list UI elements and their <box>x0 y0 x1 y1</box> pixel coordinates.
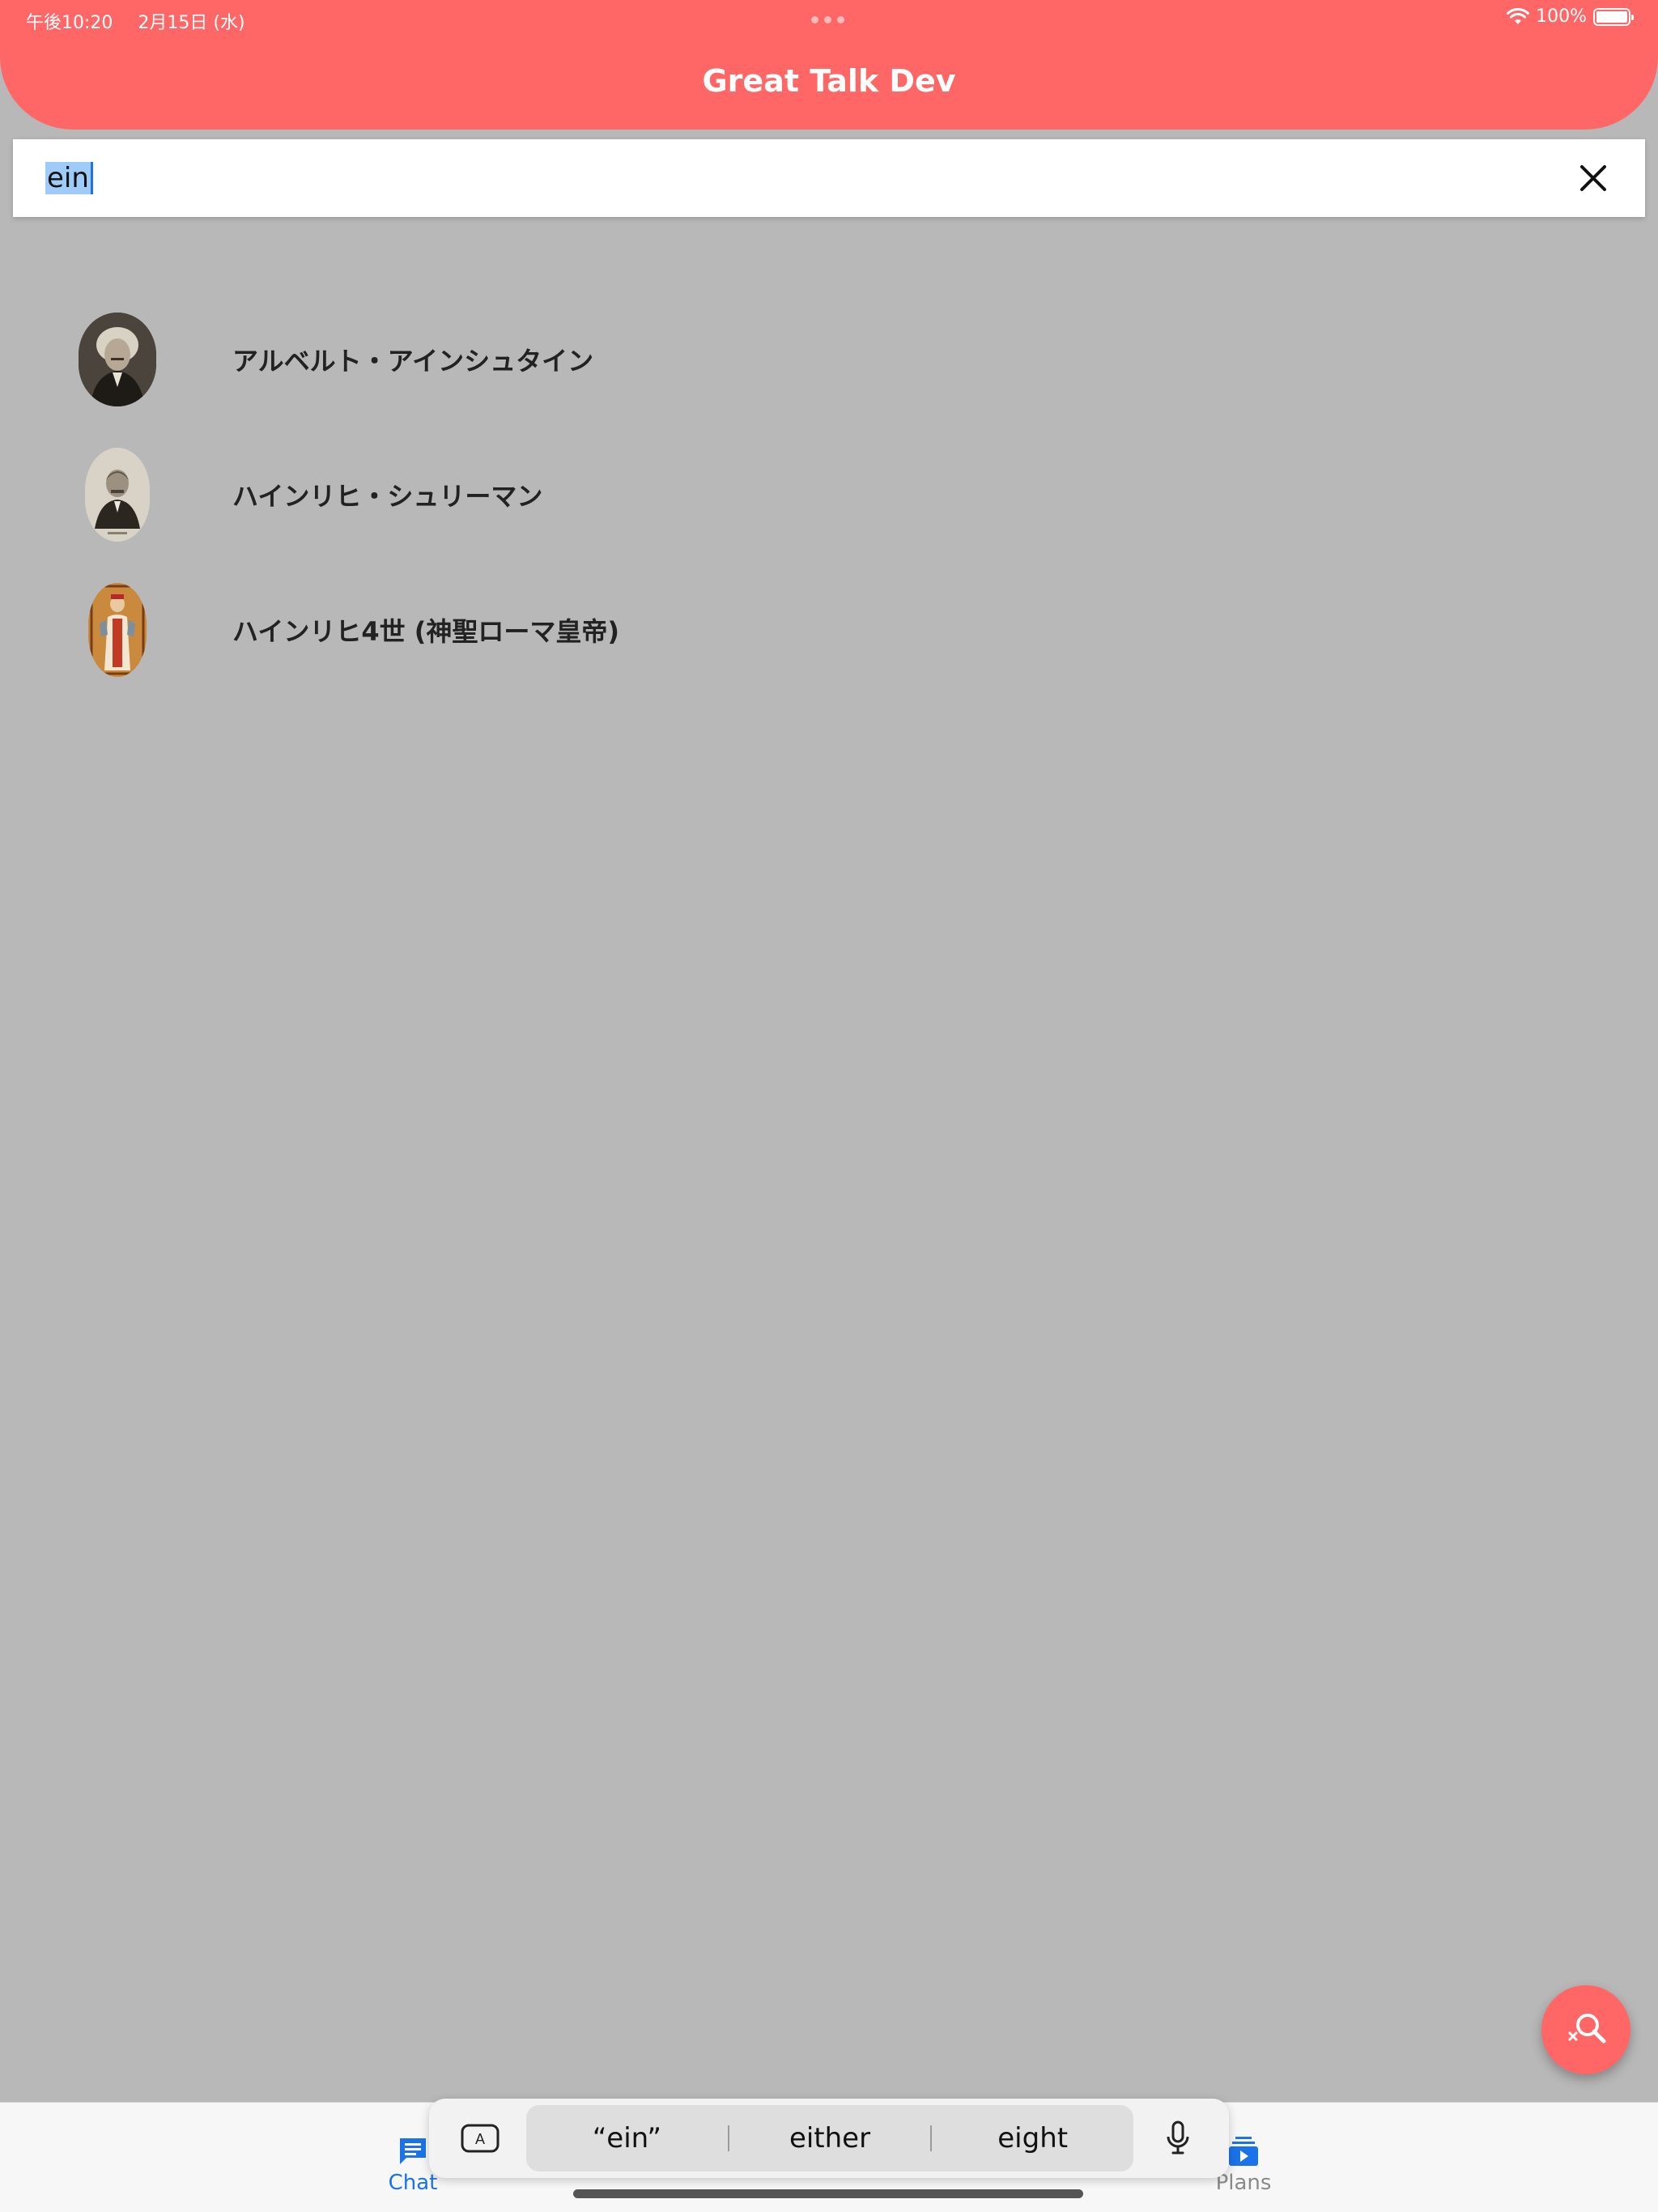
search-off-icon <box>1568 2014 1606 2044</box>
app-header: 午後10:20 2月15日 (水) 100% Great Talk Dev <box>0 0 1658 130</box>
multitasking-dots-icon[interactable] <box>811 16 844 23</box>
search-results-list: アルベルト・アインシュタイン ハインリヒ・シュリーマン ハインリヒ4世 (神聖ロ… <box>0 291 1658 697</box>
avatar-einstein-portrait <box>79 312 156 406</box>
clear-search-button[interactable] <box>1579 164 1608 193</box>
status-date: 2月15日 (水) <box>138 13 245 33</box>
chat-icon <box>400 2138 426 2164</box>
result-name: アルベルト・アインシュタイン <box>232 345 594 376</box>
app-root: 午後10:20 2月15日 (水) 100% Great Talk Dev ei… <box>0 0 1658 2212</box>
dictation-button[interactable] <box>1156 2116 1200 2160</box>
avatar-henry-iv-illustration <box>88 582 147 677</box>
wifi-icon <box>1507 7 1530 24</box>
nav-plans-label: Plans <box>1215 2171 1272 2195</box>
suggestion-item[interactable]: “ein” <box>526 2122 728 2155</box>
battery-percent: 100% <box>1536 6 1587 27</box>
list-item[interactable]: アルベルト・アインシュタイン <box>0 291 1658 427</box>
battery-icon <box>1593 7 1634 26</box>
keyboard-letter-icon: A <box>461 2124 500 2153</box>
avatar-schliemann-portrait <box>85 447 150 542</box>
search-query-text[interactable]: ein <box>45 162 93 194</box>
suggestion-strip: “ein” either eight <box>526 2105 1133 2172</box>
subscriptions-icon <box>1229 2137 1258 2166</box>
keyboard-toggle-button[interactable]: A <box>458 2116 502 2160</box>
svg-text:A: A <box>475 2131 485 2147</box>
search-clear-fab[interactable] <box>1541 1985 1630 2074</box>
keyboard-suggestion-bar: A “ein” either eight <box>429 2099 1229 2178</box>
microphone-icon <box>1167 2121 1189 2155</box>
nav-chat-label: Chat <box>388 2171 438 2195</box>
page-title: Great Talk Dev <box>702 63 956 99</box>
search-input[interactable]: ein <box>13 139 1645 217</box>
status-bar-left: 午後10:20 2月15日 (水) <box>26 8 265 34</box>
result-name: ハインリヒ4世 (神聖ローマ皇帝) <box>232 615 620 647</box>
list-item[interactable]: ハインリヒ4世 (神聖ローマ皇帝) <box>0 562 1658 697</box>
home-indicator[interactable] <box>573 2189 1083 2198</box>
result-name: ハインリヒ・シュリーマン <box>232 480 543 512</box>
status-bar-right: 100% <box>1507 6 1634 27</box>
list-item[interactable]: ハインリヒ・シュリーマン <box>0 427 1658 562</box>
suggestion-item[interactable]: either <box>729 2122 931 2155</box>
status-time: 午後10:20 <box>26 13 113 33</box>
close-icon <box>1580 165 1606 191</box>
suggestion-item[interactable]: eight <box>932 2122 1133 2155</box>
